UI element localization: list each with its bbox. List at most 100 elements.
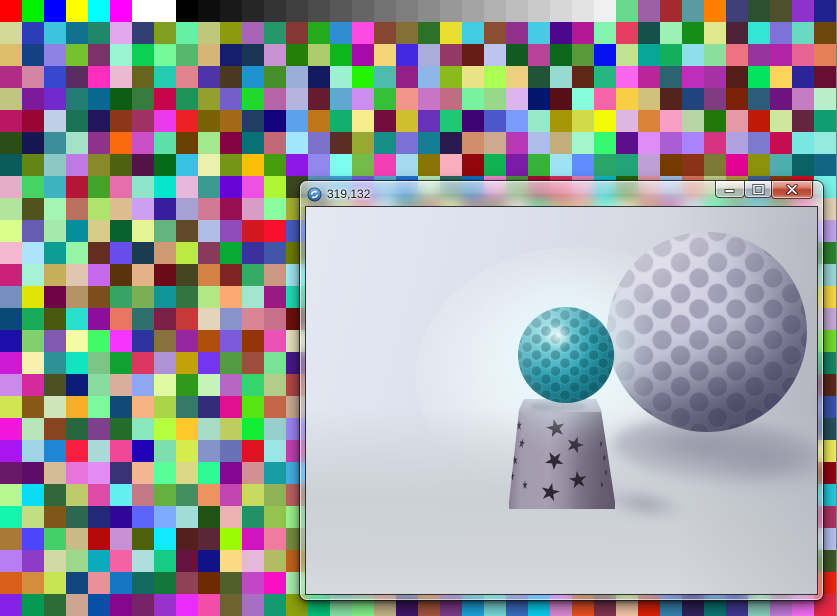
grid-cell [198, 176, 220, 198]
grid-cell [242, 242, 264, 264]
grid-cell [110, 88, 132, 110]
grid-cell [176, 286, 198, 308]
grid-cell [220, 154, 242, 176]
grid-cell [792, 66, 814, 88]
grid-cell [154, 418, 176, 440]
grid-cell [550, 0, 572, 22]
grid-cell [22, 352, 44, 374]
grid-cell [132, 528, 154, 550]
grid-cell [660, 22, 682, 44]
grid-cell [22, 308, 44, 330]
close-button[interactable] [771, 181, 813, 199]
grid-cell [682, 110, 704, 132]
grid-cell [638, 22, 660, 44]
grid-cell [22, 396, 44, 418]
grid-cell [748, 44, 770, 66]
grid-cell [154, 330, 176, 352]
window-title: 319,132 [327, 187, 370, 201]
minimize-button[interactable] [715, 181, 745, 198]
grid-cell [308, 66, 330, 88]
grid-cell [0, 594, 22, 616]
grid-cell [198, 484, 220, 506]
grid-cell [374, 154, 396, 176]
grid-cell [550, 66, 572, 88]
grid-cell [88, 0, 110, 22]
grid-cell [462, 154, 484, 176]
grid-cell [660, 44, 682, 66]
grid-cell [506, 22, 528, 44]
grid-cell [264, 528, 286, 550]
grid-cell [154, 198, 176, 220]
grid-cell [22, 22, 44, 44]
grid-cell [440, 0, 462, 22]
grid-cell [132, 110, 154, 132]
grid-cell [594, 110, 616, 132]
star-pedestal: ★★★★★★★★★★★★★★ [504, 399, 616, 509]
grid-cell [66, 374, 88, 396]
maximize-button[interactable] [744, 181, 772, 198]
grid-cell [792, 110, 814, 132]
grid-cell [132, 132, 154, 154]
grid-cell [682, 88, 704, 110]
grid-cell [154, 110, 176, 132]
grid-cell [264, 572, 286, 594]
grid-cell [66, 352, 88, 374]
grid-cell [220, 374, 242, 396]
grid-cell [330, 88, 352, 110]
grid-cell [154, 286, 176, 308]
grid-cell [44, 22, 66, 44]
grid-cell [220, 462, 242, 484]
grid-cell [352, 154, 374, 176]
close-icon [785, 184, 799, 195]
grid-cell [792, 132, 814, 154]
grid-cell [396, 66, 418, 88]
grid-cell [418, 110, 440, 132]
grid-cell [22, 154, 44, 176]
grid-cell [374, 110, 396, 132]
grid-cell [264, 154, 286, 176]
grid-cell [220, 264, 242, 286]
grid-cell [198, 572, 220, 594]
grid-cell [132, 308, 154, 330]
window-app-icon[interactable] [307, 187, 322, 202]
grid-cell [154, 0, 176, 22]
grid-cell [396, 110, 418, 132]
grid-cell [198, 66, 220, 88]
grid-cell [0, 418, 22, 440]
grid-cell [132, 594, 154, 616]
grid-cell [286, 66, 308, 88]
grid-cell [264, 352, 286, 374]
grid-cell [550, 44, 572, 66]
grid-cell [704, 88, 726, 110]
grid-cell [66, 110, 88, 132]
grid-cell [264, 66, 286, 88]
grid-cell [264, 550, 286, 572]
grid-cell [506, 44, 528, 66]
grid-cell [242, 286, 264, 308]
grid-cell [88, 176, 110, 198]
grid-cell [814, 0, 836, 22]
grid-cell [748, 132, 770, 154]
grid-cell [154, 572, 176, 594]
grid-cell [484, 66, 506, 88]
grid-cell [484, 22, 506, 44]
grid-cell [396, 44, 418, 66]
grid-cell [220, 418, 242, 440]
grid-cell [374, 0, 396, 22]
grid-cell [814, 66, 836, 88]
pedestal-star-left-edge: ★ [517, 435, 527, 450]
grid-cell [660, 0, 682, 22]
grid-cell [88, 264, 110, 286]
grid-cell [242, 110, 264, 132]
grid-cell [22, 594, 44, 616]
grid-cell [66, 44, 88, 66]
grid-cell [506, 0, 528, 22]
grid-cell [462, 22, 484, 44]
grid-cell [198, 330, 220, 352]
grid-cell [0, 176, 22, 198]
grid-cell [198, 352, 220, 374]
grid-cell [88, 198, 110, 220]
grid-cell [132, 572, 154, 594]
grid-cell [88, 242, 110, 264]
grid-cell [264, 374, 286, 396]
